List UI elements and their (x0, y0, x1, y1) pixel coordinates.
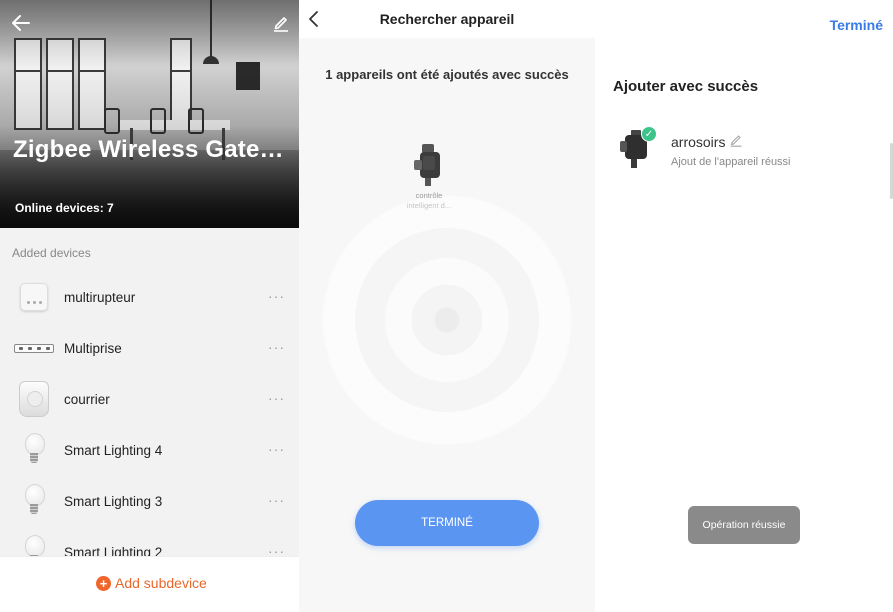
scanned-device-label-line2: intelligent d... (406, 201, 452, 210)
rename-pencil-icon[interactable] (729, 133, 743, 147)
more-options-icon[interactable]: ··· (268, 492, 285, 508)
search-device-panel: Rechercher appareil 1 appareils ont été … (299, 0, 595, 612)
scanned-device-label: contrôle intelligent d... (387, 191, 471, 211)
device-name: arrosoirs (671, 134, 726, 150)
gateway-panel: Zigbee Wireless Gatew... Online devices:… (0, 0, 299, 612)
bulb-icon (14, 482, 54, 520)
success-title: Ajouter avec succès (613, 78, 759, 95)
online-devices-count: Online devices: 7 (15, 201, 114, 215)
success-check-icon: ✓ (641, 126, 657, 142)
done-link[interactable]: Terminé (830, 17, 883, 33)
device-name: Smart Lighting 4 (64, 443, 163, 458)
success-toast: Opération réussie (688, 506, 800, 544)
device-added-status: Ajout de l'appareil réussi (671, 156, 791, 168)
device-name: Smart Lighting 3 (64, 494, 163, 509)
device-row-multirupteur[interactable]: multirupteur ··· (0, 272, 299, 323)
done-button[interactable]: TERMINÉ (355, 500, 539, 546)
edit-pencil-icon[interactable] (272, 14, 290, 32)
more-options-icon[interactable]: ··· (268, 339, 285, 355)
search-title: Rechercher appareil (379, 11, 515, 27)
valve-controller-icon (414, 144, 440, 186)
sensor-icon (14, 380, 54, 418)
plus-circle-icon: + (96, 575, 111, 591)
device-list: multirupteur ··· Multiprise ··· courrier… (0, 272, 299, 578)
bulb-icon (14, 431, 54, 469)
device-name: multirupteur (64, 290, 136, 305)
add-subdevice-bar: + Add subdevice (0, 556, 299, 612)
devices-added-message: 1 appareils ont été ajoutés avec succès (325, 67, 569, 82)
device-row-courrier[interactable]: courrier ··· (0, 374, 299, 425)
power-strip-icon (14, 329, 54, 367)
device-name: Multiprise (64, 341, 122, 356)
search-header: Rechercher appareil (299, 0, 595, 38)
back-arrow-icon[interactable] (10, 12, 32, 34)
gateway-hero-image (0, 0, 299, 228)
more-options-icon[interactable]: ··· (268, 441, 285, 457)
scanned-device-label-line1: contrôle (415, 191, 443, 200)
device-row-smart-lighting-3[interactable]: Smart Lighting 3 ··· (0, 476, 299, 527)
device-row-multiprise[interactable]: Multiprise ··· (0, 323, 299, 374)
scan-radar (322, 195, 572, 445)
device-name: courrier (64, 392, 110, 407)
more-options-icon[interactable]: ··· (268, 288, 285, 304)
switch-icon (14, 278, 54, 316)
add-subdevice-label: Add subdevice (115, 575, 207, 591)
device-row-smart-lighting-4[interactable]: Smart Lighting 4 ··· (0, 425, 299, 476)
add-subdevice-button[interactable]: + Add subdevice (96, 575, 207, 591)
more-options-icon[interactable]: ··· (268, 390, 285, 406)
add-success-panel: Terminé Ajouter avec succès ✓ arrosoirs … (595, 0, 893, 612)
added-devices-header: Added devices (12, 246, 91, 260)
gateway-title: Zigbee Wireless Gatew... (13, 136, 297, 163)
